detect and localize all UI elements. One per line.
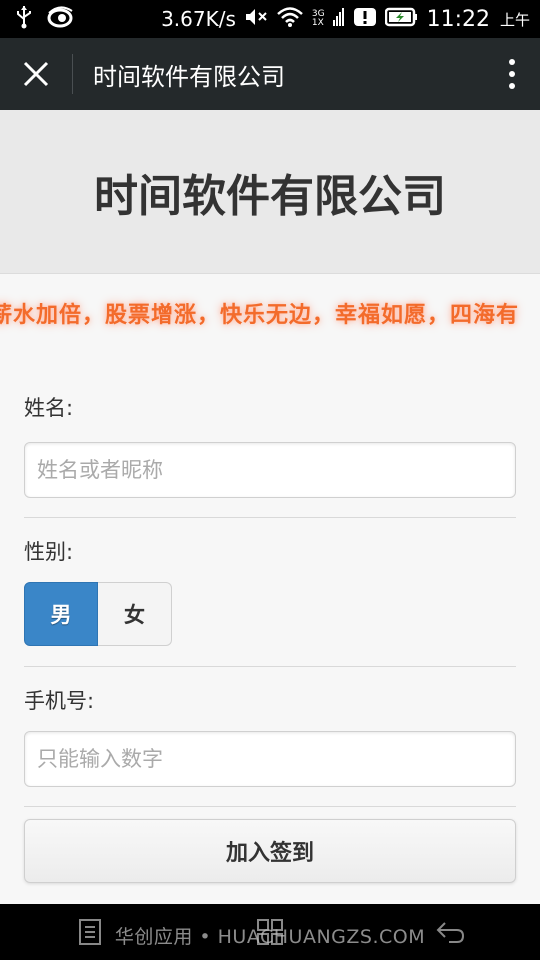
clock: 11:22 bbox=[426, 6, 490, 32]
app-icon bbox=[46, 5, 74, 33]
join-sign-in-button[interactable]: 加入签到 bbox=[24, 819, 516, 883]
network-type: 3G 1X bbox=[311, 9, 325, 28]
back-icon bbox=[436, 922, 465, 943]
clock-ampm: 上午 bbox=[499, 10, 530, 29]
battery-charging-icon bbox=[384, 6, 419, 32]
marquee-text: 薪水加倍，股票增涨，快乐无边，幸福如愿，四海有 bbox=[0, 303, 520, 328]
status-bar: 3.67K/s 3G 1X 11:22 上午 bbox=[0, 0, 540, 38]
page-header: 时间软件有限公司 bbox=[0, 110, 540, 274]
mute-icon bbox=[244, 6, 268, 32]
more-vertical-icon bbox=[509, 59, 515, 89]
menu-icon bbox=[79, 919, 101, 945]
close-icon bbox=[23, 61, 49, 87]
wifi-icon bbox=[276, 6, 304, 32]
usb-icon bbox=[16, 5, 32, 33]
home-button[interactable] bbox=[240, 904, 300, 960]
gender-label: 性别: bbox=[24, 540, 74, 564]
system-nav-bar bbox=[0, 904, 540, 960]
signal-icon bbox=[332, 6, 345, 32]
sign-in-form: 姓名: 姓名或者昵称 性别: 男 女 手机号: 只能输入数字 加入签到 bbox=[24, 390, 516, 883]
alert-icon bbox=[353, 6, 377, 32]
phone-input[interactable]: 只能输入数字 bbox=[24, 731, 516, 787]
close-button[interactable] bbox=[0, 38, 72, 110]
app-bar: 时间软件有限公司 bbox=[0, 38, 540, 110]
gender-selector: 男 女 bbox=[24, 582, 172, 646]
network-speed: 3.67K/s bbox=[161, 7, 236, 31]
app-bar-divider bbox=[72, 54, 73, 94]
phone-label: 手机号: bbox=[24, 689, 95, 713]
gender-option-male[interactable]: 男 bbox=[24, 582, 98, 646]
marquee-banner: 薪水加倍，股票增涨，快乐无边，幸福如愿，四海有 bbox=[0, 275, 540, 353]
page-title: 时间软件有限公司 bbox=[94, 170, 446, 222]
menu-button[interactable] bbox=[60, 904, 120, 960]
name-input[interactable]: 姓名或者昵称 bbox=[24, 442, 516, 498]
name-label: 姓名: bbox=[24, 396, 74, 420]
gender-option-female[interactable]: 女 bbox=[98, 582, 172, 646]
more-button[interactable] bbox=[484, 38, 540, 110]
back-button[interactable] bbox=[420, 904, 480, 960]
home-icon bbox=[257, 919, 283, 945]
app-bar-title: 时间软件有限公司 bbox=[93, 62, 285, 91]
